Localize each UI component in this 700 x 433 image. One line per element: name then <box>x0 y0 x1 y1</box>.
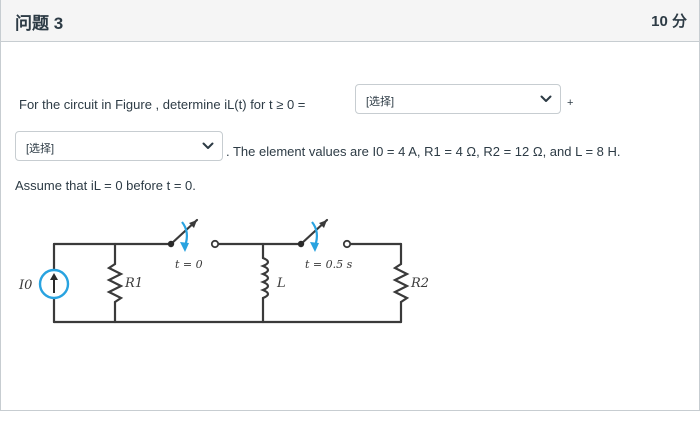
switch-2-contact <box>342 239 352 249</box>
dropdown-1-value: [选择] <box>366 96 395 108</box>
resistor-r2 <box>392 262 410 304</box>
question-text-line2: . The element values are I0 = 4 A, R1 = … <box>226 144 621 159</box>
switch-2-action-arrowhead <box>310 242 319 252</box>
label-switch-1: t = 0 <box>175 258 203 271</box>
chevron-down-icon <box>202 142 214 149</box>
dropdown-2-value: [选择] <box>26 143 55 155</box>
circuit-figure: I0 R1 L R2 t = 0 t = 0.5 s <box>18 218 429 324</box>
switch-2-pivot <box>297 240 305 248</box>
label-r2: R2 <box>410 276 429 291</box>
resistor-r1 <box>106 262 124 304</box>
switch-1-contact <box>210 239 220 249</box>
switch-1-pivot <box>167 240 175 248</box>
label-r1: R1 <box>124 276 143 291</box>
answer-dropdown-1[interactable]: [选择] <box>355 84 561 114</box>
chevron-down-icon <box>540 95 552 102</box>
question-title: 问题 3 <box>15 14 64 33</box>
card-bottom-border <box>0 410 700 411</box>
label-i0: I0 <box>18 278 32 293</box>
question-text-line1: For the circuit in Figure , determine iL… <box>19 97 306 112</box>
question-points: 10 分 <box>651 13 687 30</box>
question-card: 问题 3 10 分 For the circuit in Figure , de… <box>0 0 700 411</box>
inductor-l <box>260 256 270 300</box>
label-l: L <box>276 276 286 291</box>
plus-sign: + <box>567 97 574 109</box>
question-header: 问题 3 10 分 <box>1 0 699 42</box>
question-text-line3: Assume that iL = 0 before t = 0. <box>15 178 196 193</box>
answer-dropdown-2[interactable]: [选择] <box>15 131 223 161</box>
switch-1-action-arrowhead <box>180 242 189 252</box>
label-switch-2: t = 0.5 s <box>305 258 353 271</box>
